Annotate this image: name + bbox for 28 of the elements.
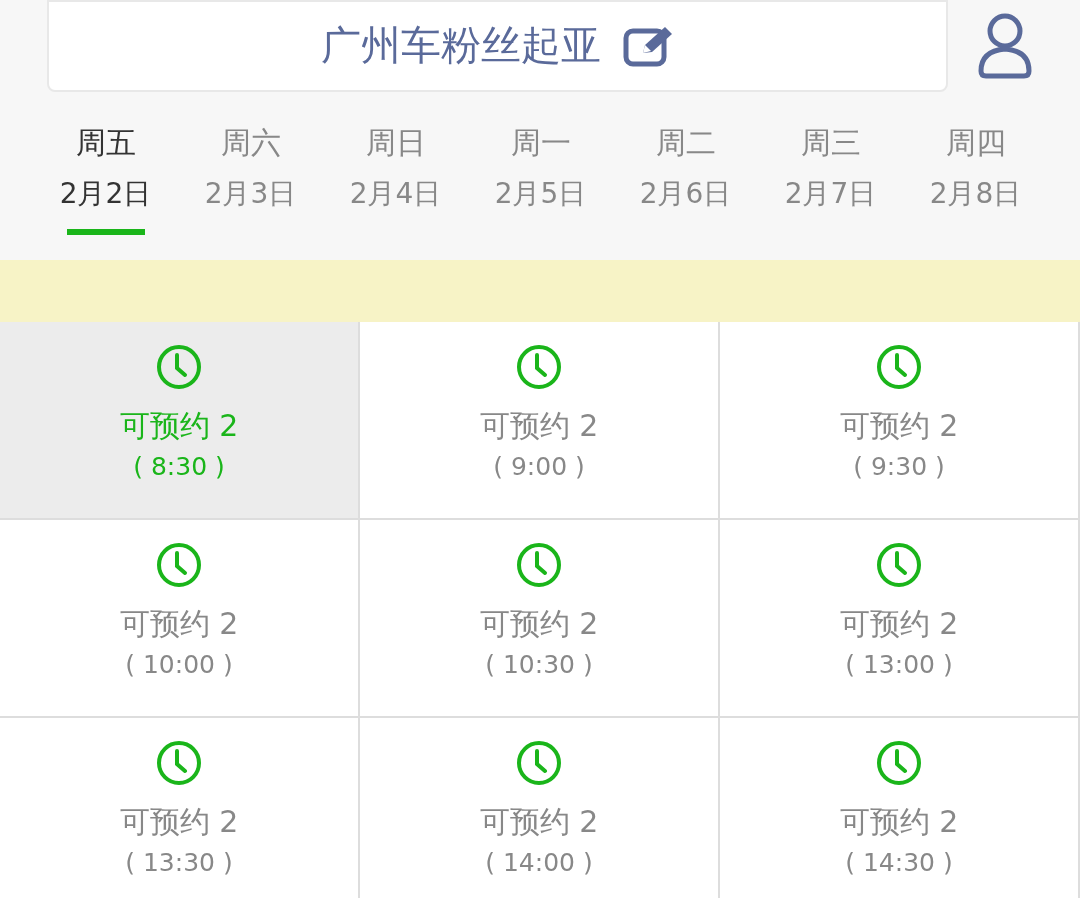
title-card[interactable]: 广州车粉丝起亚: [47, 0, 948, 92]
clock-icon: [516, 344, 562, 390]
clock-icon: [516, 740, 562, 786]
time-slot[interactable]: 可预约 2 ( 14:00 ): [360, 718, 720, 898]
time-slot[interactable]: 可预约 2 ( 13:30 ): [0, 718, 360, 898]
time-slot[interactable]: 可预约 2 ( 8:30 ): [0, 322, 360, 520]
day-tab[interactable]: 周三 2月7日: [758, 93, 903, 260]
day-tab[interactable]: 周四 2月8日: [903, 93, 1048, 260]
day-tab[interactable]: 周五 2月2日: [33, 93, 178, 260]
day-tab[interactable]: 周一 2月5日: [468, 93, 613, 260]
clock-icon: [876, 344, 922, 390]
day-tab[interactable]: 周六 2月3日: [178, 93, 323, 260]
clock-icon: [876, 740, 922, 786]
time-slot[interactable]: 可预约 2 ( 9:00 ): [360, 322, 720, 520]
time-slot[interactable]: 可预约 2 ( 13:00 ): [720, 520, 1080, 718]
day-tab[interactable]: 周二 2月6日: [613, 93, 758, 260]
time-slot[interactable]: 可预约 2 ( 10:00 ): [0, 520, 360, 718]
clock-icon: [876, 542, 922, 588]
time-slot[interactable]: 可预约 2 ( 14:30 ): [720, 718, 1080, 898]
clock-icon: [156, 344, 202, 390]
clock-icon: [516, 542, 562, 588]
day-tab[interactable]: 周日 2月4日: [323, 93, 468, 260]
time-slot[interactable]: 可预约 2 ( 9:30 ): [720, 322, 1080, 520]
clock-icon: [156, 542, 202, 588]
clock-icon: [156, 740, 202, 786]
store-title: 广州车粉丝起亚: [320, 21, 601, 70]
time-slot[interactable]: 可预约 2 ( 10:30 ): [360, 520, 720, 718]
edit-icon[interactable]: [622, 24, 675, 67]
